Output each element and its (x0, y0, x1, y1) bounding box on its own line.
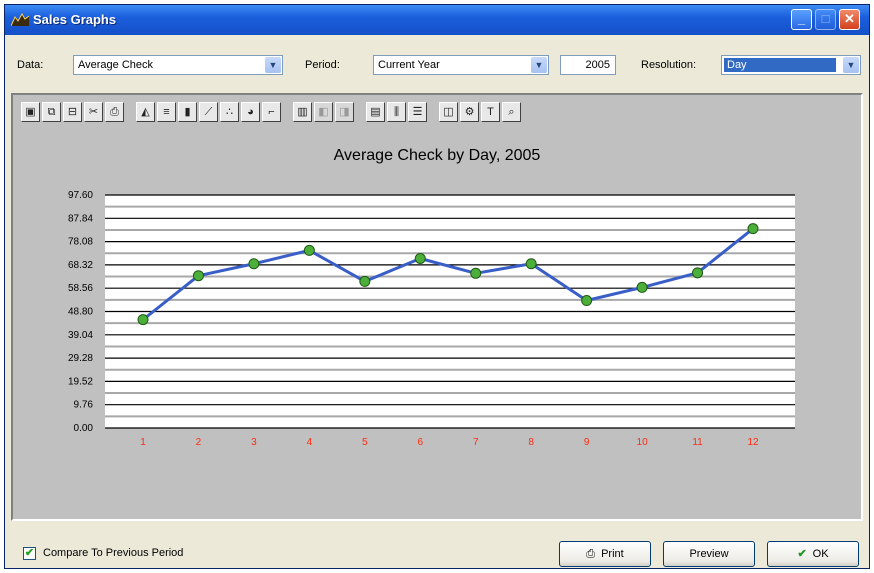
period-select-value: Current Year (378, 59, 440, 71)
chevron-down-icon[interactable]: ▼ (531, 57, 547, 73)
resolution-label: Resolution: (641, 59, 697, 71)
x-tick-label: 4 (307, 437, 313, 448)
data-point (192, 270, 204, 282)
year-input[interactable]: 2005 (560, 55, 616, 75)
close-button[interactable]: ✕ (839, 9, 860, 30)
title-bar[interactable]: Sales Graphs _ □ ✕ (5, 5, 869, 35)
checkmark-icon: ✔ (797, 548, 807, 560)
preview-button[interactable]: Preview (663, 541, 755, 567)
y-tick-label: 39.04 (68, 330, 93, 341)
y-tick-label: 48.80 (68, 307, 93, 318)
data-point (692, 267, 704, 279)
chevron-down-icon[interactable]: ▼ (843, 57, 859, 73)
app-chart-icon (11, 13, 29, 26)
data-point (747, 223, 759, 235)
data-point (470, 267, 482, 279)
y-tick-label: 0.00 (74, 423, 94, 434)
print-button[interactable]: ⎙ Print (559, 541, 651, 567)
y-tick-label: 58.56 (68, 283, 93, 294)
data-point (137, 314, 149, 326)
period-label: Period: (305, 59, 340, 71)
y-tick-label: 68.32 (68, 260, 93, 271)
window-title: Sales Graphs (33, 12, 117, 27)
data-select[interactable]: Average Check ▼ (73, 55, 283, 75)
x-tick-label: 8 (528, 437, 534, 448)
y-tick-label: 19.52 (68, 376, 93, 387)
preview-button-label: Preview (689, 548, 729, 560)
chart-panel: ▣ ⧉ ⊟ ✂ ⎙ ◭ ≡ ▮ ⟋ ∴ ◕ ⌐ ▥ ◧ ◨ ▤ ⫼ ☰ ◫ ⚙ T ⌕ Average Check by … (11, 93, 863, 521)
data-point (359, 275, 371, 287)
ok-button[interactable]: ✔ OK (767, 541, 859, 567)
y-tick-label: 87.84 (68, 213, 93, 224)
data-point (303, 244, 315, 256)
data-label: Data: (17, 59, 44, 71)
resolution-select-value: Day (724, 58, 836, 72)
data-point (581, 295, 593, 307)
data-select-value: Average Check (78, 59, 154, 71)
compare-label: Compare To Previous Period (43, 547, 184, 559)
line-chart: 97.60 87.84 78.08 68.32 58.56 48.80 39.04 29.28… (68, 190, 795, 448)
data-point (636, 281, 648, 293)
x-tick-label: 2 (196, 437, 202, 448)
compare-checkbox[interactable]: ✔ (23, 547, 36, 560)
y-tick-label: 29.28 (68, 353, 93, 364)
x-tick-label: 7 (473, 437, 479, 448)
x-tick-label: 12 (747, 437, 759, 448)
x-tick-label: 3 (251, 437, 257, 448)
minimize-button[interactable]: _ (791, 9, 812, 30)
x-tick-label: 6 (417, 437, 423, 448)
y-tick-label: 97.60 (68, 190, 93, 201)
filter-bar: Data: Average Check ▼ Period: Current Ye… (5, 39, 869, 89)
x-tick-label: 1 (140, 437, 146, 448)
x-tick-label: 9 (584, 437, 590, 448)
data-point (525, 258, 537, 270)
resolution-select[interactable]: Day ▼ (721, 55, 861, 75)
maximize-button[interactable]: □ (815, 9, 836, 30)
y-tick-label: 9.76 (74, 400, 94, 411)
y-tick-label: 78.08 (68, 237, 93, 248)
period-select[interactable]: Current Year ▼ (373, 55, 549, 75)
x-tick-label: 10 (637, 437, 649, 448)
ok-button-label: OK (812, 548, 829, 560)
print-button-label: Print (601, 548, 624, 560)
x-tick-label: 5 (362, 437, 368, 448)
footer-bar: ✔ Compare To Previous Period ⎙ Print Prev… (5, 525, 869, 569)
data-point (248, 258, 260, 270)
printer-icon: ⎙ (586, 548, 596, 560)
x-tick-label: 11 (692, 437, 703, 448)
sales-graphs-window: Sales Graphs _ □ ✕ Data: Average Check ▼… (4, 4, 870, 569)
data-point (414, 253, 426, 265)
chevron-down-icon[interactable]: ▼ (265, 57, 281, 73)
